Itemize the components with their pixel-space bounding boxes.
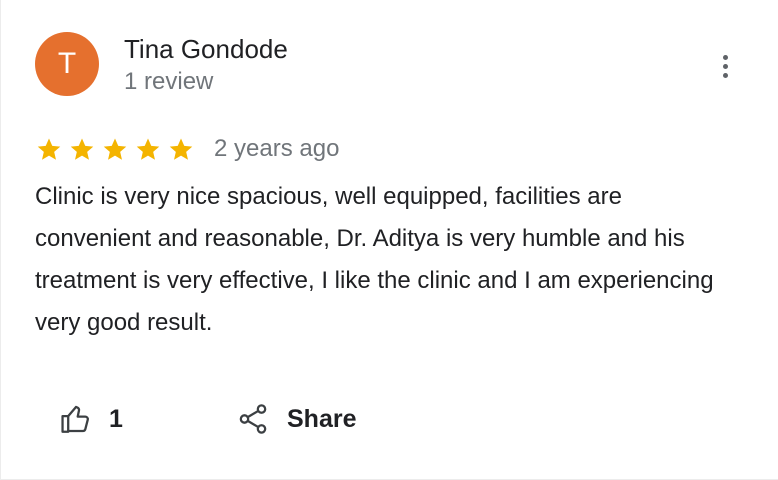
- star-icon: [103, 137, 127, 160]
- star-icon: [169, 137, 193, 160]
- review-date: 2 years ago: [214, 135, 340, 162]
- like-button[interactable]: 1: [59, 398, 123, 440]
- thumb-up-icon: [61, 405, 89, 433]
- more-vert-icon-dot: [722, 63, 728, 69]
- more-vert-icon-dot: [722, 72, 728, 78]
- like-count: 1: [109, 404, 123, 433]
- share-label: Share: [287, 404, 357, 433]
- share-icon: [239, 404, 267, 434]
- reviewer-name[interactable]: Tina Gondode: [124, 33, 288, 65]
- avatar[interactable]: T: [35, 32, 99, 96]
- review-text: Clinic is very nice spacious, well equip…: [35, 183, 714, 336]
- star-icon: [70, 137, 94, 160]
- review-card: T Tina Gondode 1 review 2 years ago Clin…: [0, 0, 778, 480]
- reviewer-review-count: 1 review: [124, 68, 214, 95]
- more-vert-icon: [722, 54, 728, 60]
- star-icon: [37, 137, 61, 160]
- more-options-button[interactable]: [709, 50, 741, 82]
- rating-row: 2 years ago: [35, 132, 339, 166]
- share-button[interactable]: Share: [236, 398, 356, 440]
- star-rating: [35, 136, 195, 163]
- star-icon: [136, 137, 160, 160]
